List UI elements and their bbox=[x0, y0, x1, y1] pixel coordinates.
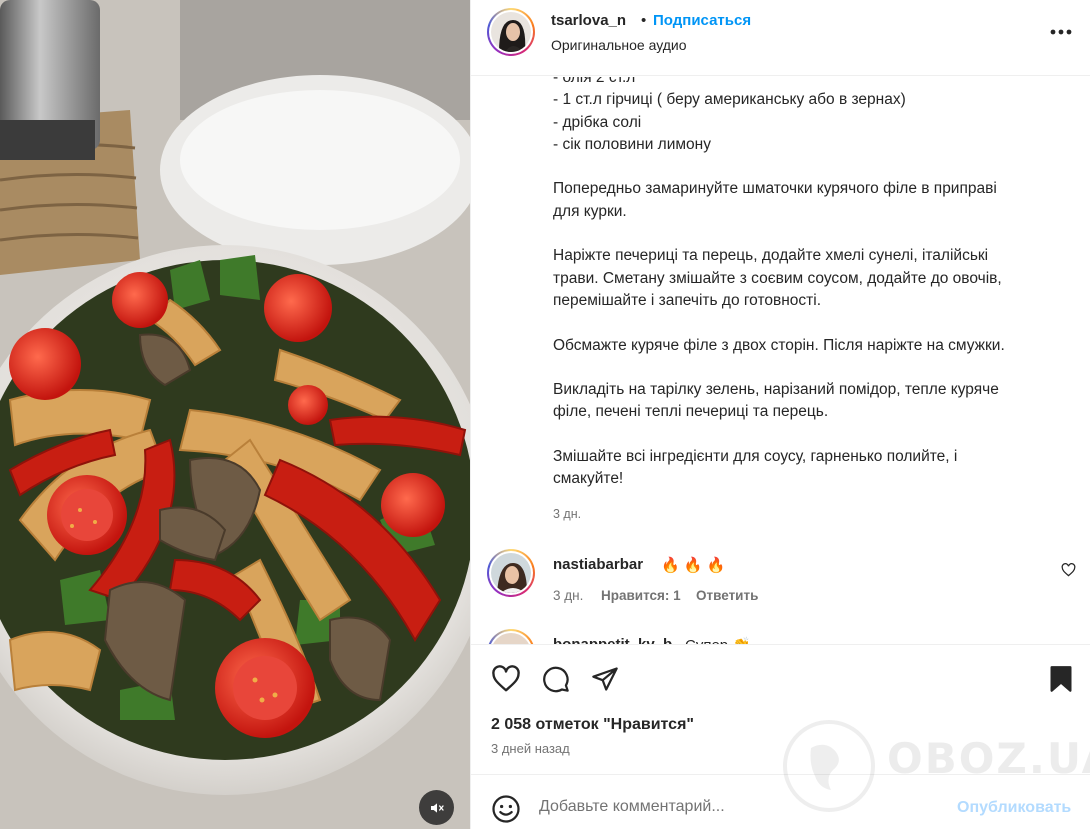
post-caption: - олія 2 ст.л - 1 ст.л гірчиці ( беру аме… bbox=[553, 77, 1073, 491]
commenter-avatar[interactable] bbox=[487, 629, 535, 644]
like-button[interactable] bbox=[491, 665, 521, 698]
speaker-muted-icon bbox=[430, 802, 444, 813]
comment-likes[interactable]: Нравится: 1 bbox=[601, 588, 681, 603]
caption-line: перемішайте і запечіть до готовності. bbox=[553, 291, 822, 309]
heart-icon bbox=[1061, 563, 1076, 577]
caption-line: - дрібка солі bbox=[553, 113, 642, 131]
save-button[interactable] bbox=[1049, 665, 1073, 698]
comments-scroll-area[interactable]: - олія 2 ст.л - 1 ст.л гірчиці ( беру аме… bbox=[471, 77, 1090, 644]
caption-line: Наріжте печериці та перець, додайте хмел… bbox=[553, 247, 989, 265]
emoji-button[interactable] bbox=[491, 794, 521, 829]
comment-timestamp[interactable]: 3 дн. bbox=[553, 588, 583, 603]
more-options-button[interactable] bbox=[1047, 22, 1075, 42]
post-actions: 2 058 отметок "Нравится" 3 дней назад bbox=[471, 644, 1090, 774]
caption-line: Викладіть на тарілку зелень, нарізаний п… bbox=[553, 381, 999, 399]
comment-input[interactable] bbox=[539, 795, 939, 819]
caption-line: для курки. bbox=[553, 202, 627, 220]
paper-plane-icon bbox=[592, 667, 618, 691]
emoji-icon bbox=[492, 795, 520, 823]
author-username[interactable]: tsarlova_n bbox=[551, 12, 626, 29]
caption-line: філе, печені теплі печериці та перець. bbox=[553, 403, 829, 421]
comment-username[interactable]: bonappetit_kv_b bbox=[553, 636, 672, 644]
comment-bubble-icon bbox=[543, 666, 569, 693]
audio-label[interactable]: Оригинальное аудио bbox=[551, 37, 687, 53]
follow-button[interactable]: Подписаться bbox=[653, 12, 751, 29]
publish-button[interactable]: Опубликовать bbox=[957, 799, 1071, 817]
caption-line: - 1 ст.л гірчиці ( беру американську або… bbox=[553, 91, 906, 109]
caption-line: трави. Сметану змішайте з соєвим соусом,… bbox=[553, 269, 1002, 287]
reply-button[interactable]: Ответить bbox=[696, 588, 758, 603]
heart-icon bbox=[492, 665, 520, 692]
author-avatar-image bbox=[491, 12, 531, 52]
comment-text: Супер 👏 bbox=[685, 636, 751, 644]
salad-photo bbox=[0, 0, 470, 829]
comment-text: 🔥 🔥 🔥 bbox=[661, 557, 726, 574]
caption-line: смакуйте! bbox=[553, 470, 624, 488]
more-horizontal-icon bbox=[1050, 29, 1072, 35]
comment-username[interactable]: nastiabarbar bbox=[553, 556, 643, 573]
caption-line: Попередньо замаринуйте шматочки курячого… bbox=[553, 180, 997, 198]
author-avatar[interactable] bbox=[487, 8, 535, 56]
comment-like-button[interactable] bbox=[1061, 563, 1076, 582]
likes-count[interactable]: 2 058 отметок "Нравится" bbox=[491, 716, 694, 734]
caption-line: Змішайте всі інгредієнти для соусу, гарн… bbox=[553, 448, 958, 466]
commenter-avatar[interactable] bbox=[487, 549, 535, 597]
bookmark-filled-icon bbox=[1050, 666, 1072, 692]
post-photo[interactable] bbox=[0, 0, 470, 829]
mute-toggle-button[interactable] bbox=[419, 790, 454, 825]
caption-timestamp[interactable]: 3 дн. bbox=[553, 507, 581, 521]
caption-line: Обсмажте куряче філе з двох сторін. Післ… bbox=[553, 336, 1005, 354]
caption-line: - олія 2 ст.л bbox=[553, 77, 636, 86]
post-date[interactable]: 3 дней назад bbox=[491, 741, 570, 756]
post-panel: tsarlova_n • Подписаться Оригинальное ау… bbox=[470, 0, 1090, 829]
header-separator: • bbox=[641, 12, 647, 29]
post-header: tsarlova_n • Подписаться Оригинальное ау… bbox=[471, 0, 1090, 76]
caption-line: - сік половини лимону bbox=[553, 135, 711, 153]
commenter-avatar-image bbox=[491, 553, 531, 593]
add-comment-bar: Опубликовать bbox=[471, 774, 1090, 829]
comment-button[interactable] bbox=[541, 665, 571, 698]
share-button[interactable] bbox=[591, 665, 619, 698]
